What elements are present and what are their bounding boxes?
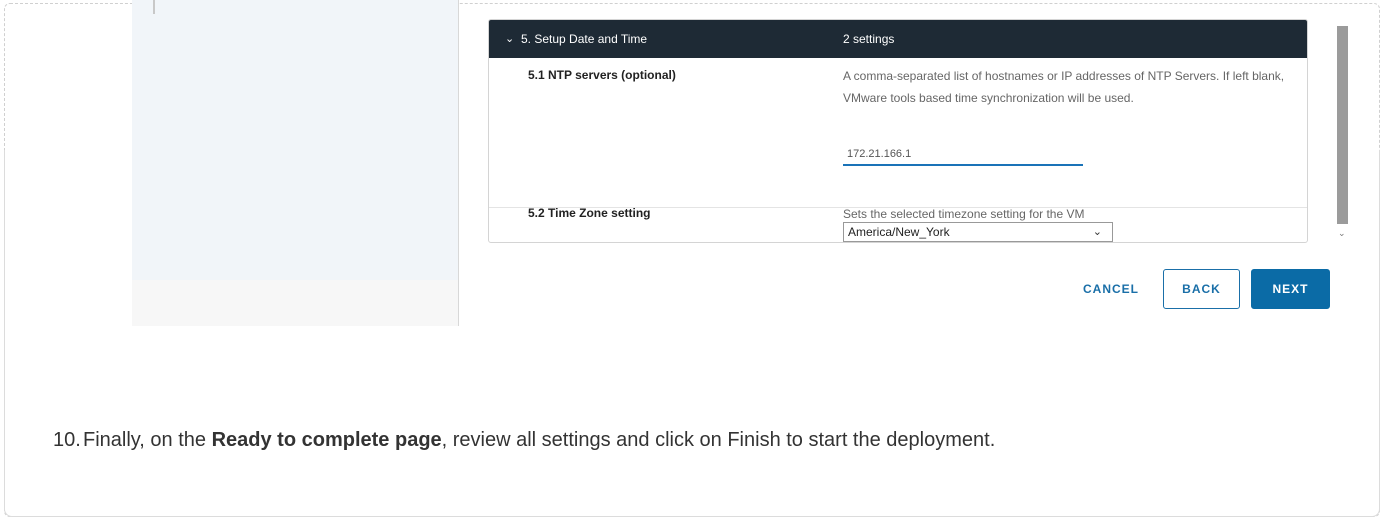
step-number: 10. (53, 429, 81, 451)
setting-row-ntp: 5.1 NTP servers (optional) A comma-separ… (489, 58, 1307, 208)
next-button[interactable]: NEXT (1251, 269, 1330, 309)
step-suffix: , review all settings and click on Finis… (441, 429, 996, 451)
steps-scroll-indicator (153, 0, 155, 14)
setting-row-timezone: 5.2 Time Zone setting Sets the selected … (489, 206, 1307, 242)
instruction-step: 10. Finally, on the Ready to complete pa… (53, 426, 1315, 454)
chevron-down-icon: ⌄ (1092, 226, 1102, 238)
timezone-select[interactable]: America/New_York ⌄ (843, 222, 1113, 242)
step-prefix: Finally, on the (83, 429, 212, 451)
wizard-steps-footer (132, 280, 458, 326)
section-settings-count: 2 settings (843, 32, 895, 46)
panel-scrollbar-thumb[interactable] (1337, 26, 1348, 224)
cancel-button[interactable]: CANCEL (1066, 269, 1156, 309)
ntp-label: 5.1 NTP servers (optional) (528, 68, 676, 82)
scroll-down-icon[interactable]: ⌄ (1338, 228, 1346, 239)
timezone-selected-value: America/New_York (848, 225, 950, 239)
chevron-down-icon[interactable]: ⌄ (505, 32, 514, 45)
step-bold-page-name: Ready to complete page (211, 429, 442, 451)
customize-template-panel: ⌄ 5. Setup Date and Time 2 settings 5.1 … (488, 19, 1308, 243)
ntp-description: A comma-separated list of hostnames or I… (843, 69, 1285, 105)
ntp-servers-input[interactable] (843, 144, 1083, 166)
step-body: Finally, on the Ready to complete page, … (83, 426, 1315, 454)
back-button[interactable]: BACK (1163, 269, 1240, 309)
wizard-steps-pane (132, 0, 458, 280)
pane-divider (458, 0, 459, 326)
timezone-label: 5.2 Time Zone setting (528, 206, 651, 220)
section-header-date-time[interactable]: ⌄ 5. Setup Date and Time 2 settings (489, 20, 1307, 58)
section-title: 5. Setup Date and Time (521, 32, 648, 46)
